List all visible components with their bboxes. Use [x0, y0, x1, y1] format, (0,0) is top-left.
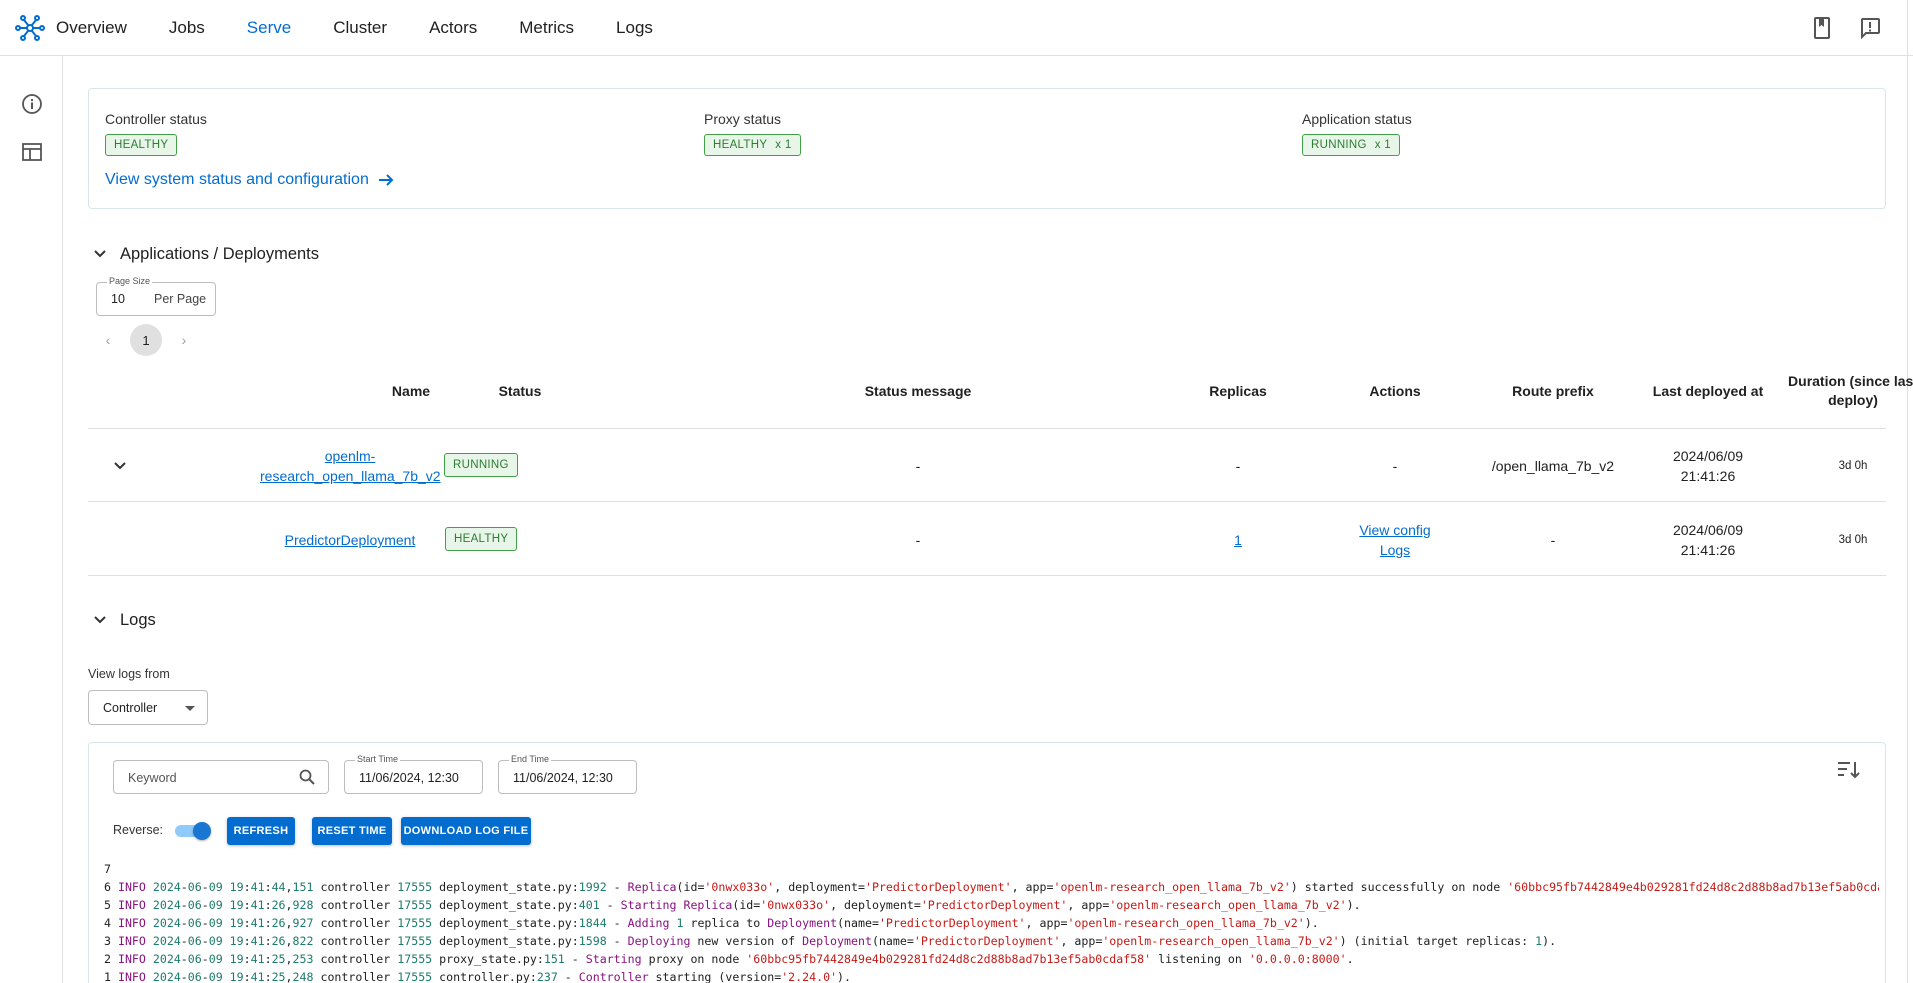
pagination: ‹ 1 › — [96, 324, 196, 356]
scrollbar[interactable] — [1907, 0, 1908, 983]
nav-metrics[interactable]: Metrics — [519, 18, 574, 38]
reverse-label: Reverse: — [113, 823, 164, 837]
app-name-link[interactable]: openlm-research_open_llama_7b_v2 — [260, 446, 441, 486]
last-deployed: 2024/06/09 21:41:26 — [1672, 522, 1744, 558]
replicas-link[interactable]: 1 — [1218, 530, 1258, 550]
log-line: 4 INFO 2024-06-09 19:41:26,927 controlle… — [104, 916, 1319, 930]
arrow-right-icon — [378, 174, 394, 186]
nav-serve[interactable]: Serve — [247, 18, 291, 38]
nav-cluster[interactable]: Cluster — [333, 18, 387, 38]
status-message: - — [915, 532, 921, 548]
log-line: 1 INFO 2024-06-09 19:41:25,248 controlle… — [104, 970, 852, 983]
caret-down-icon — [185, 706, 195, 711]
page-button-1[interactable]: 1 — [130, 324, 162, 356]
chevron-down-icon — [94, 250, 106, 258]
replicas-value: - — [1235, 458, 1241, 474]
view-system-status-link[interactable]: View system status and configuration — [105, 171, 395, 189]
ray-logo-icon[interactable] — [14, 12, 46, 44]
nav-jobs[interactable]: Jobs — [169, 18, 205, 38]
logs-title: Logs — [120, 610, 156, 629]
prev-page-icon[interactable]: ‹ — [96, 328, 120, 352]
end-time-input[interactable]: End Time 11/06/2024, 12:30 — [498, 754, 637, 794]
view-config-link[interactable]: View config — [1359, 522, 1430, 538]
controller-status-label: Controller status — [105, 111, 207, 127]
applications-section-toggle[interactable]: Applications / Deployments — [90, 244, 319, 264]
proxy-status: Proxy status HEALTHY x 1 — [704, 111, 801, 156]
duration: 3d 0h — [1838, 534, 1868, 546]
last-deployed: 2024/06/09 21:41:26 — [1672, 448, 1744, 484]
col-last-deployed: Last deployed at — [1652, 383, 1764, 399]
col-status: Status — [498, 383, 542, 399]
view-logs-from-label: View logs from — [88, 667, 170, 681]
deployment-name-link[interactable]: PredictorDeployment — [260, 530, 440, 550]
col-route-prefix: Route prefix — [1512, 383, 1594, 399]
duration: 3d 0h — [1838, 460, 1868, 472]
status-badge: HEALTHY — [445, 527, 518, 551]
status-badge: RUNNING — [444, 453, 518, 477]
log-viewer: Keyword Start Time 11/06/2024, 12:30 End… — [88, 742, 1886, 983]
actions-value: - — [1392, 458, 1398, 474]
page-size-field[interactable]: Page Size 10 Per Page — [96, 276, 216, 316]
log-line: 3 INFO 2024-06-09 19:41:26,822 controlle… — [104, 934, 1557, 948]
top-navbar: Overview Jobs Serve Cluster Actors Metri… — [0, 0, 1913, 56]
log-line: 5 INFO 2024-06-09 19:41:26,928 controlle… — [104, 898, 1361, 912]
application-status-badge: RUNNING x 1 — [1302, 134, 1401, 156]
log-line: 2 INFO 2024-06-09 19:41:25,253 controlle… — [104, 952, 1354, 966]
logs-section-toggle[interactable]: Logs — [90, 610, 156, 630]
status-message: - — [915, 458, 921, 474]
route-prefix: - — [1550, 532, 1556, 548]
proxy-status-badge: HEALTHY x 1 — [704, 134, 801, 156]
col-status-message: Status message — [864, 383, 972, 399]
search-icon[interactable] — [298, 768, 316, 786]
logs-link[interactable]: Logs — [1380, 542, 1410, 558]
nav-actors[interactable]: Actors — [429, 18, 477, 38]
log-source-select[interactable]: Controller — [88, 690, 208, 725]
col-replicas: Replicas — [1209, 383, 1267, 399]
col-name: Name — [391, 383, 431, 399]
main-nav: Overview Jobs Serve Cluster Actors Metri… — [56, 0, 695, 56]
log-line: 7 — [104, 862, 118, 876]
start-time-input[interactable]: Start Time 11/06/2024, 12:30 — [344, 754, 483, 794]
col-actions: Actions — [1369, 383, 1421, 399]
log-line: 6 INFO 2024-06-09 19:41:44,151 controlle… — [104, 880, 1879, 894]
sidebar — [0, 56, 63, 983]
sort-descending-icon[interactable] — [1835, 757, 1861, 783]
page-size-suffix: Per Page — [154, 292, 207, 306]
info-icon[interactable] — [20, 92, 44, 116]
keyword-search-input[interactable]: Keyword — [113, 760, 329, 794]
download-log-button[interactable]: DOWNLOAD LOG FILE — [401, 817, 531, 845]
chevron-down-icon — [94, 616, 106, 624]
reverse-toggle[interactable] — [173, 822, 211, 840]
controller-status: Controller status HEALTHY — [105, 111, 207, 156]
serve-status-card: Controller status HEALTHY Proxy status H… — [88, 88, 1886, 209]
page-size-value[interactable]: 10 — [111, 292, 125, 306]
next-page-icon[interactable]: › — [172, 328, 196, 352]
route-prefix: /open_llama_7b_v2 — [1491, 458, 1615, 474]
book-icon[interactable] — [1810, 16, 1834, 40]
proxy-status-label: Proxy status — [704, 111, 782, 127]
deployment-actions: View config Logs — [1335, 520, 1455, 560]
nav-logs[interactable]: Logs — [616, 18, 653, 38]
feedback-icon[interactable] — [1858, 16, 1882, 40]
nav-overview[interactable]: Overview — [56, 18, 127, 38]
log-output: 7 6 INFO 2024-06-09 19:41:44,151 control… — [104, 860, 1879, 983]
controller-status-badge: HEALTHY — [105, 134, 178, 156]
applications-title: Applications / Deployments — [120, 244, 320, 263]
application-status: Application status RUNNING x 1 — [1302, 111, 1412, 156]
reset-time-button[interactable]: RESET TIME — [312, 817, 392, 845]
chevron-down-icon[interactable] — [110, 456, 130, 476]
application-status-label: Application status — [1302, 111, 1412, 127]
refresh-button[interactable]: REFRESH — [227, 817, 295, 845]
col-duration: Duration (since last deploy) — [1788, 373, 1913, 408]
table-icon[interactable] — [20, 140, 44, 164]
